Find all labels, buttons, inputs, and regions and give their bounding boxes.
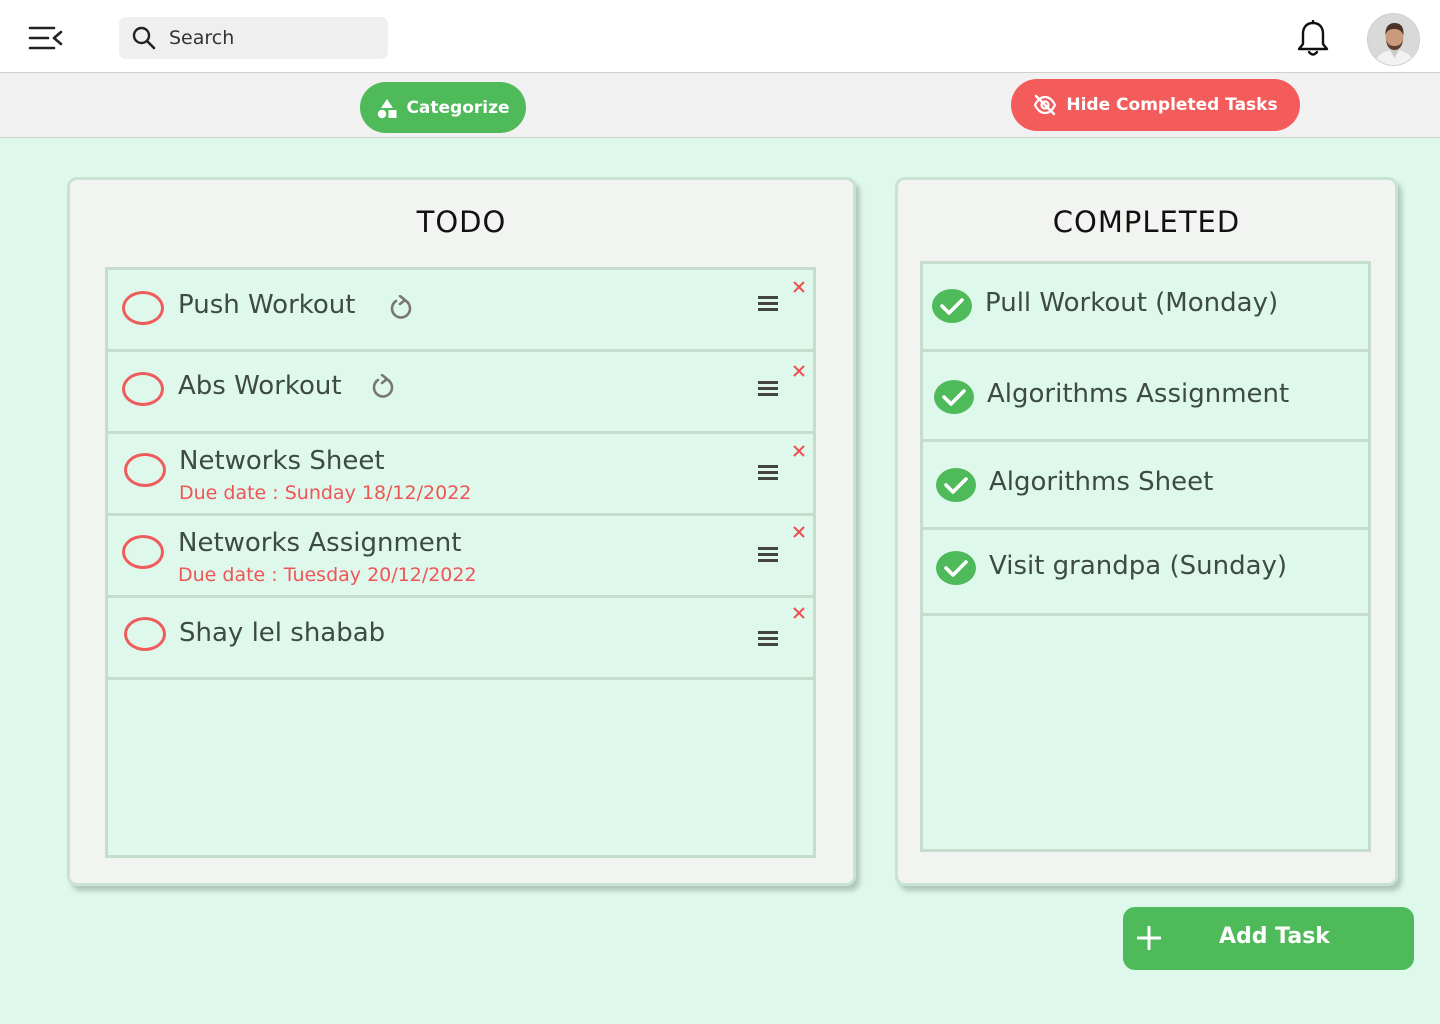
check-circle-icon[interactable] [931, 288, 973, 324]
completed-task-title: Visit grandpa (Sunday) [989, 551, 1288, 581]
delete-task-icon[interactable] [792, 606, 806, 620]
task-title: Shay lel shabab [179, 618, 386, 648]
task-title: Abs Workout [178, 371, 342, 401]
delete-task-icon[interactable] [792, 364, 806, 378]
action-bar: Categorize Hide Completed Tasks [0, 72, 1440, 138]
drag-handle-icon[interactable] [758, 296, 778, 312]
completed-task-title: Pull Workout (Monday) [985, 288, 1279, 318]
avatar[interactable] [1367, 13, 1420, 66]
completed-item[interactable]: Visit grandpa (Sunday) [923, 530, 1370, 616]
check-circle-icon[interactable] [933, 379, 975, 415]
top-bar [0, 0, 1440, 72]
task-title: Networks Sheet [179, 446, 385, 476]
completed-task-title: Algorithms Sheet [989, 467, 1214, 497]
eye-off-icon [1034, 94, 1057, 116]
complete-task-checkbox[interactable] [124, 453, 166, 487]
bell-icon[interactable] [1295, 19, 1331, 58]
hide-completed-button[interactable]: Hide Completed Tasks [1011, 79, 1300, 131]
completed-panel: COMPLETED Pull Workout (Monday) Algorith… [895, 177, 1398, 886]
todo-panel-title: TODO [416, 205, 507, 239]
task-title: Push Workout [178, 290, 356, 320]
repeat-icon [372, 374, 394, 398]
todo-item[interactable]: Networks Assignment Due date : Tuesday 2… [108, 516, 816, 598]
drag-handle-icon[interactable] [758, 547, 778, 563]
check-circle-icon[interactable] [935, 550, 977, 586]
todo-item[interactable]: Shay lel shabab [108, 598, 816, 680]
task-due-date: Due date : Tuesday 20/12/2022 [178, 564, 477, 586]
hide-completed-label: Hide Completed Tasks [1066, 95, 1278, 115]
categorize-button[interactable]: Categorize [360, 82, 526, 133]
categorize-label: Categorize [406, 97, 510, 118]
completed-item[interactable]: Algorithms Sheet [923, 442, 1370, 530]
menu-collapse-icon[interactable] [28, 24, 64, 52]
shapes-icon [378, 98, 397, 118]
delete-task-icon[interactable] [792, 525, 806, 539]
drag-handle-icon[interactable] [758, 631, 778, 647]
search-input[interactable] [169, 17, 379, 59]
todo-list: Push Workout Abs Workout Networks Sheet … [105, 267, 816, 858]
complete-task-checkbox[interactable] [122, 535, 164, 569]
completed-item[interactable]: Algorithms Assignment [923, 352, 1370, 442]
delete-task-icon[interactable] [792, 444, 806, 458]
task-due-date: Due date : Sunday 18/12/2022 [179, 482, 472, 504]
complete-task-checkbox[interactable] [122, 291, 164, 325]
add-task-label: Add Task [1219, 924, 1330, 949]
todo-panel: TODO Push Workout Abs Workout Networks S… [67, 177, 856, 886]
drag-handle-icon[interactable] [758, 465, 778, 481]
completed-item[interactable]: Pull Workout (Monday) [923, 264, 1370, 352]
repeat-icon [390, 295, 412, 319]
complete-task-checkbox[interactable] [124, 617, 166, 651]
plus-icon [1137, 926, 1161, 950]
check-circle-icon[interactable] [935, 467, 977, 503]
add-task-button[interactable]: Add Task [1123, 907, 1414, 970]
task-title: Networks Assignment [178, 528, 462, 558]
todo-item[interactable]: Push Workout [108, 270, 816, 352]
delete-task-icon[interactable] [792, 280, 806, 294]
completed-panel-title: COMPLETED [1052, 205, 1241, 239]
completed-task-title: Algorithms Assignment [987, 379, 1290, 409]
search-bar [119, 17, 388, 59]
search-icon [132, 26, 156, 50]
todo-item[interactable]: Networks Sheet Due date : Sunday 18/12/2… [108, 434, 816, 516]
completed-list: Pull Workout (Monday) Algorithms Assignm… [920, 261, 1371, 852]
drag-handle-icon[interactable] [758, 381, 778, 397]
todo-item[interactable]: Abs Workout [108, 352, 816, 434]
complete-task-checkbox[interactable] [122, 372, 164, 406]
